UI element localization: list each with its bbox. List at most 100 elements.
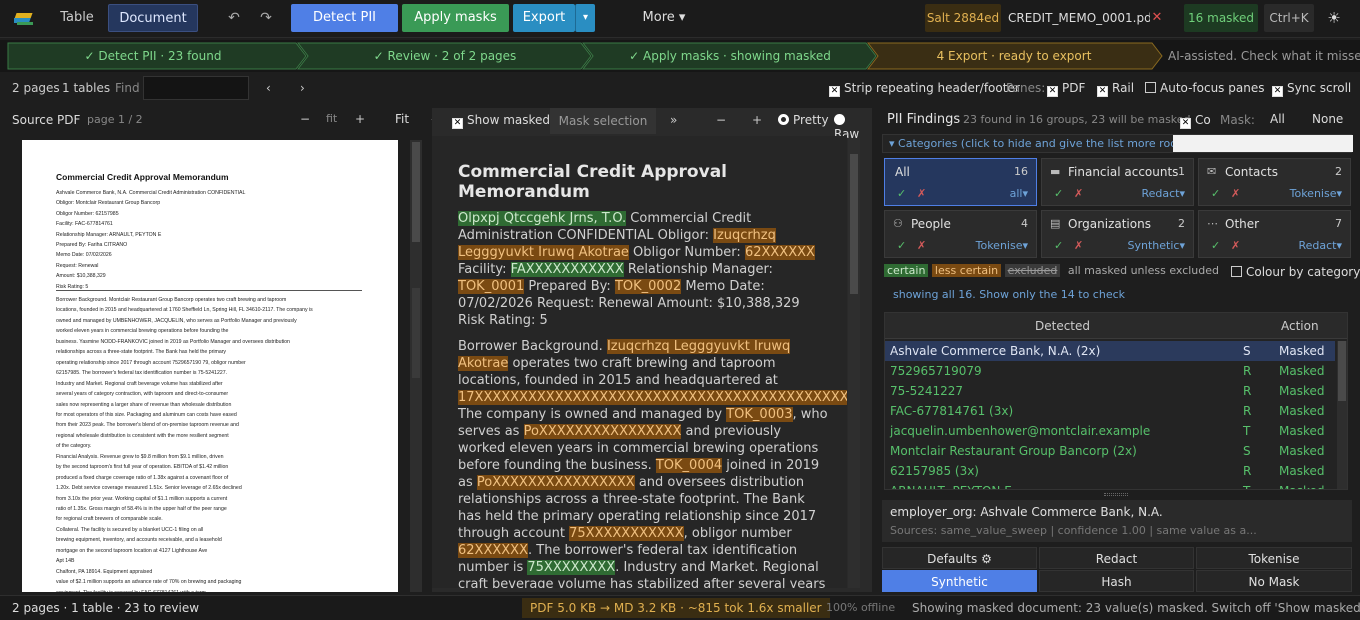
table-row[interactable]: Montclair Restaurant Group Bancorp (2x) S… <box>885 441 1335 461</box>
accept-all-icon[interactable]: ✓ <box>897 187 906 200</box>
reject-all-icon[interactable]: ✗ <box>1074 187 1083 200</box>
expand-pane-button[interactable]: » <box>670 113 677 127</box>
category-action-dropdown[interactable]: Redact▾ <box>1298 239 1342 252</box>
pipeline-step-apply[interactable]: ✓ Apply masks · showing masked <box>591 43 869 69</box>
export-button[interactable]: Export <box>513 4 575 32</box>
findings-scrollbar[interactable] <box>1337 341 1347 489</box>
reject-all-icon[interactable]: ✗ <box>1231 239 1240 252</box>
categories-toggle[interactable]: ▾ Categories (click to hide and give the… <box>882 134 1353 153</box>
view-document-tab[interactable]: Document <box>108 4 198 32</box>
action-status[interactable]: Masked <box>1279 421 1324 441</box>
action-status[interactable]: Masked <box>1279 341 1324 361</box>
table-row[interactable]: Ashvale Commerce Bank, N.A. (2x) S Masked <box>885 341 1335 361</box>
masked-value[interactable]: 62XXXXXX <box>744 245 815 260</box>
mask-all-button[interactable]: All <box>1270 112 1285 126</box>
pane-pdf-checkbox[interactable]: ✕ PDF <box>1047 81 1085 97</box>
accept-all-icon[interactable]: ✓ <box>1211 239 1220 252</box>
category-action-dropdown[interactable]: Redact▾ <box>1141 187 1185 200</box>
pane-rail-checkbox[interactable]: ✕ Rail <box>1097 81 1134 97</box>
undo-icon[interactable]: ↶ <box>220 6 248 30</box>
theme-toggle-icon[interactable]: ☀ <box>1322 4 1346 32</box>
default-tokenise-button[interactable]: Tokenise <box>1196 547 1352 569</box>
colour-checkbox-short[interactable]: ✕ Co <box>1180 113 1211 129</box>
pipeline-step-export[interactable]: 4 Export · ready to export <box>876 43 1152 69</box>
zoom-in-button[interactable]: + <box>355 112 365 126</box>
action-status[interactable]: Masked <box>1279 441 1324 461</box>
view-table-tab[interactable]: Table <box>52 4 102 32</box>
default-synthetic-button[interactable]: Synthetic <box>882 570 1037 592</box>
pretty-radio[interactable]: Pretty <box>778 113 829 127</box>
masked-value[interactable]: FAXXXXXXXXXXX <box>510 262 624 277</box>
masked-value[interactable]: 75XXXXXXXX <box>527 560 616 575</box>
table-row[interactable]: jacquelin.umbenhower@montclair.example T M… <box>885 421 1335 441</box>
mask-selection-button[interactable]: Mask selection <box>550 108 656 134</box>
category-card[interactable]: ▤ Organizations 2 ✓ ✗ Synthetic▾ <box>1041 210 1194 258</box>
command-palette-shortcut[interactable]: Ctrl+K <box>1264 4 1314 32</box>
mask-none-button[interactable]: None <box>1312 112 1343 126</box>
redo-icon[interactable]: ↷ <box>252 6 280 30</box>
accept-all-icon[interactable]: ✓ <box>1211 187 1220 200</box>
splitter-handle[interactable] <box>1104 493 1128 496</box>
category-action-dropdown[interactable]: all▾ <box>1010 187 1028 200</box>
find-next-button[interactable]: › <box>300 81 305 95</box>
table-row[interactable]: 62157985 (3x) R Masked <box>885 461 1335 481</box>
findings-scrollbar-thumb[interactable] <box>1338 341 1346 401</box>
accept-all-icon[interactable]: ✓ <box>1054 239 1063 252</box>
detect-pii-button[interactable]: Detect PII <box>291 4 398 32</box>
show-masked-toggle[interactable]: ✕ Show masked <box>452 113 550 129</box>
accept-all-icon[interactable]: ✓ <box>1054 187 1063 200</box>
show-to-check-link[interactable]: showing all 16. Show only the 14 to chec… <box>893 288 1125 301</box>
masked-value[interactable]: PoXXXXXXXXXXXXXXXX <box>523 424 682 439</box>
categories-filter-input[interactable] <box>1173 135 1353 152</box>
find-input[interactable] <box>143 76 249 100</box>
category-action-dropdown[interactable]: Synthetic▾ <box>1128 239 1185 252</box>
pipeline-step-detect[interactable]: ✓ Detect PII · 23 found <box>8 43 298 69</box>
category-action-dropdown[interactable]: Tokenise▾ <box>976 239 1028 252</box>
text-zoom-out-button[interactable]: − <box>716 113 726 127</box>
category-card[interactable]: All 16 ✓ ✗ all▾ <box>884 158 1037 206</box>
pdf-scrollbar-thumb[interactable] <box>412 142 420 242</box>
text-zoom-in-button[interactable]: + <box>752 113 762 127</box>
close-file-icon[interactable]: ✕ <box>1148 4 1166 32</box>
accept-all-icon[interactable]: ✓ <box>897 239 906 252</box>
zoom-out-button[interactable]: − <box>300 112 310 126</box>
find-prev-button[interactable]: ‹ <box>266 81 271 95</box>
masked-value[interactable]: 75XXXXXXXXXXX <box>569 526 684 541</box>
category-card[interactable]: ⋯ Other 7 ✓ ✗ Redact▾ <box>1198 210 1351 258</box>
masked-value[interactable]: Olpxpj Qtccgehk Jrns, T.O. <box>458 211 627 226</box>
action-status[interactable]: Masked <box>1279 481 1324 489</box>
table-row[interactable]: ARNAULT, PEYTON E T Masked <box>885 481 1335 489</box>
masked-value[interactable]: 17XXXXXXXXXXXXXXXXXXXXXXXXXXXXXXXXXXXXXX… <box>458 390 847 405</box>
action-status[interactable]: Masked <box>1279 401 1324 421</box>
autofocus-checkbox[interactable]: Auto-focus panes <box>1145 81 1264 95</box>
masked-value[interactable]: 62XXXXXX <box>458 543 528 558</box>
document-scrollbar-thumb[interactable] <box>850 154 858 294</box>
masked-value[interactable]: PoXXXXXXXXXXXXXXXX <box>476 475 635 490</box>
document-scrollbar[interactable] <box>848 138 860 588</box>
action-status[interactable]: Masked <box>1279 461 1324 481</box>
more-menu-button[interactable]: More ▾ <box>636 4 692 32</box>
masked-value[interactable]: TOK_0001 <box>458 279 525 294</box>
table-row[interactable]: 75-5241227 R Masked <box>885 381 1335 401</box>
category-card[interactable]: ✉ Contacts 2 ✓ ✗ Tokenise▾ <box>1198 158 1351 206</box>
pdf-scrollbar[interactable] <box>410 140 422 592</box>
reject-all-icon[interactable]: ✗ <box>1231 187 1240 200</box>
default-hash-button[interactable]: Hash <box>1039 570 1194 592</box>
masked-value[interactable]: TOK_0003 <box>726 407 793 422</box>
reject-all-icon[interactable]: ✗ <box>917 239 926 252</box>
action-status[interactable]: Masked <box>1279 381 1324 401</box>
fit-width-button[interactable]: fit <box>326 112 337 125</box>
apply-masks-button[interactable]: Apply masks <box>402 4 509 32</box>
default-no-mask-button[interactable]: No Mask <box>1196 570 1352 592</box>
table-row[interactable]: 752965719079 R Masked <box>885 361 1335 381</box>
pdf-scrollbar-thumb[interactable] <box>412 288 420 378</box>
defaults-button[interactable]: Defaults ⚙ <box>882 547 1037 569</box>
category-action-dropdown[interactable]: Tokenise▾ <box>1290 187 1342 200</box>
table-row[interactable]: FAC-677814761 (3x) R Masked <box>885 401 1335 421</box>
masked-value[interactable]: TOK_0002 <box>614 279 682 294</box>
reject-all-icon[interactable]: ✗ <box>1074 239 1083 252</box>
fit-page-button[interactable]: Fit <box>395 112 409 126</box>
colour-by-category-checkbox[interactable]: Colour by category <box>1231 265 1360 279</box>
sync-scroll-checkbox[interactable]: ✕ Sync scroll <box>1272 81 1351 97</box>
masked-value[interactable]: TOK_0004 <box>655 458 723 473</box>
